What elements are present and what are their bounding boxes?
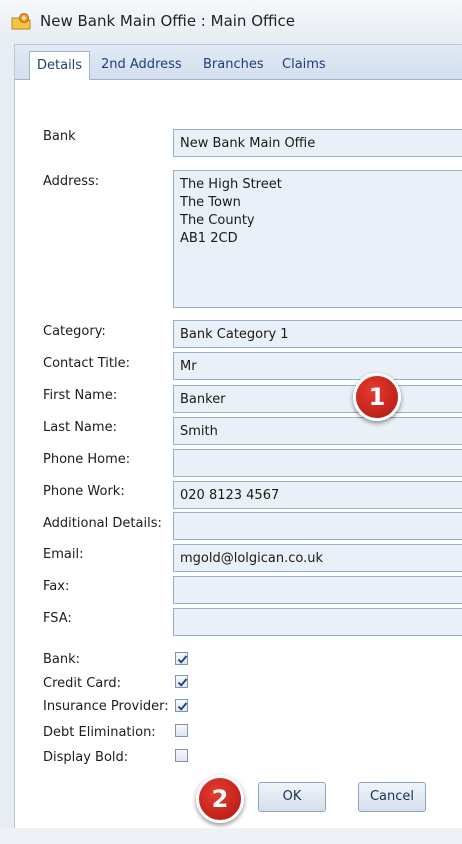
tab-strip: Details 2nd Address Branches Claims bbox=[15, 45, 462, 80]
email-field[interactable]: mgold@lolgican.co.uk bbox=[173, 544, 462, 572]
display-bold-checkbox-label: Display Bold: bbox=[43, 750, 129, 765]
address-label: Address: bbox=[43, 174, 100, 189]
callout-badge-1: 1 bbox=[353, 373, 401, 421]
bank-checkbox-label: Bank: bbox=[43, 652, 81, 667]
address-line: The County bbox=[180, 213, 255, 228]
address-line: AB1 2CD bbox=[180, 231, 238, 246]
first-name-field[interactable]: Banker bbox=[173, 385, 462, 413]
dialog-content: Details 2nd Address Branches Claims Bank… bbox=[14, 44, 462, 830]
dialog-window: New Bank Main Offie : Main Office Detail… bbox=[0, 0, 462, 844]
phone-work-field[interactable]: 020 8123 4567 bbox=[173, 481, 462, 509]
first-name-label: First Name: bbox=[43, 388, 118, 403]
bank-folder-icon bbox=[10, 11, 32, 33]
category-label: Category: bbox=[43, 324, 106, 339]
debt-elimination-checkbox-label: Debt Elimination: bbox=[43, 725, 156, 740]
insurance-provider-checkbox-label: Insurance Provider: bbox=[43, 699, 169, 714]
credit-card-checkbox-label: Credit Card: bbox=[43, 676, 122, 691]
tab-branches[interactable]: Branches bbox=[203, 54, 264, 78]
bank-label: Bank bbox=[43, 129, 76, 144]
contact-title-field[interactable]: Mr bbox=[173, 352, 462, 380]
credit-card-checkbox[interactable] bbox=[175, 675, 188, 688]
address-field[interactable]: The High Street The Town The County AB1 … bbox=[173, 170, 462, 308]
title-bar: New Bank Main Offie : Main Office bbox=[0, 0, 462, 42]
display-bold-checkbox[interactable] bbox=[175, 749, 188, 762]
phone-home-field[interactable] bbox=[173, 449, 462, 477]
checkmark-icon bbox=[177, 702, 188, 711]
phone-home-label: Phone Home: bbox=[43, 452, 131, 467]
last-name-label: Last Name: bbox=[43, 420, 117, 435]
bank-name-field[interactable]: New Bank Main Offie bbox=[173, 129, 462, 157]
additional-details-field[interactable] bbox=[173, 512, 462, 540]
debt-elimination-checkbox[interactable] bbox=[175, 724, 188, 737]
address-line: The High Street bbox=[180, 177, 282, 192]
address-line: The Town bbox=[180, 195, 241, 210]
insurance-provider-checkbox[interactable] bbox=[175, 699, 188, 712]
additional-details-label: Additional Details: bbox=[43, 516, 162, 531]
tab-details[interactable]: Details bbox=[29, 51, 91, 80]
bank-checkbox[interactable] bbox=[175, 652, 188, 665]
ok-button[interactable]: OK bbox=[258, 782, 326, 812]
checkmark-icon bbox=[177, 678, 188, 687]
email-label: Email: bbox=[43, 547, 84, 562]
checkmark-icon bbox=[177, 655, 188, 664]
fsa-label: FSA: bbox=[43, 611, 72, 626]
fax-field[interactable] bbox=[173, 576, 462, 604]
last-name-field[interactable]: Smith bbox=[173, 417, 462, 445]
cancel-button[interactable]: Cancel bbox=[358, 782, 426, 812]
category-field[interactable]: Bank Category 1 bbox=[173, 320, 462, 348]
contact-title-label: Contact Title: bbox=[43, 356, 130, 371]
fax-label: Fax: bbox=[43, 579, 70, 594]
tab-claims[interactable]: Claims bbox=[282, 54, 326, 78]
phone-work-label: Phone Work: bbox=[43, 484, 125, 499]
bottom-strip bbox=[0, 828, 462, 844]
tab-2nd-address[interactable]: 2nd Address bbox=[101, 54, 182, 78]
window-title: New Bank Main Offie : Main Office bbox=[40, 12, 295, 30]
fsa-field[interactable] bbox=[173, 608, 462, 636]
callout-badge-2: 2 bbox=[196, 775, 244, 823]
